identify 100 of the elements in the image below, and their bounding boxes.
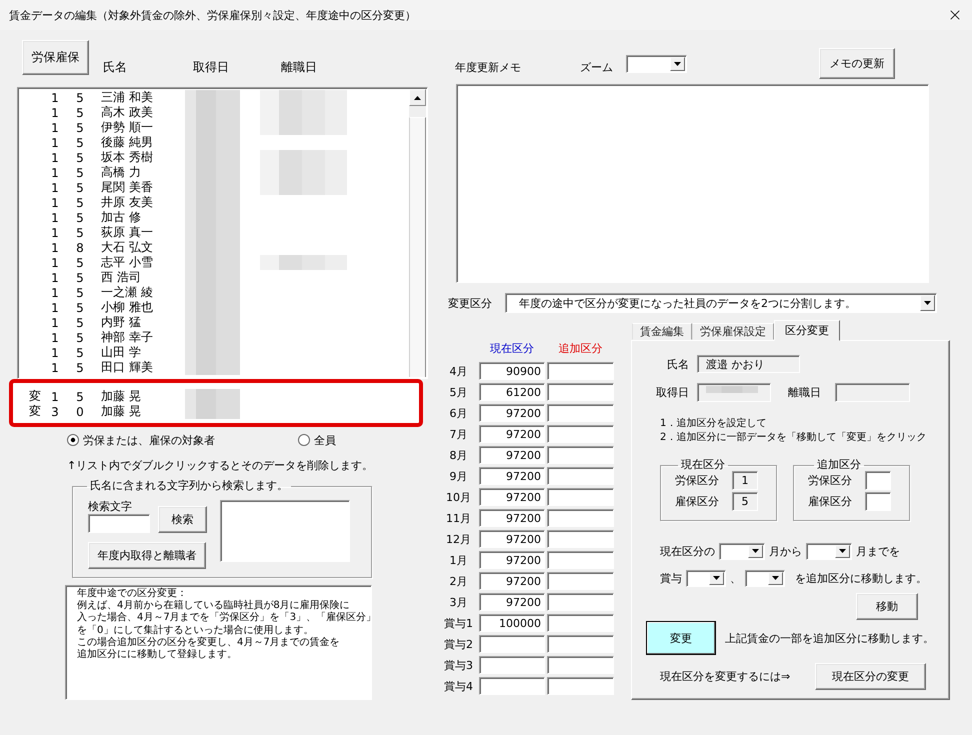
wage-field[interactable]: 90900: [479, 362, 545, 380]
list-number: 5: [76, 330, 84, 344]
employee-name[interactable]: 一之瀬 綾: [101, 284, 153, 301]
bonus-dropdown[interactable]: [686, 570, 726, 586]
employee-name[interactable]: 坂本 秀樹: [101, 149, 153, 166]
wage-field[interactable]: [547, 404, 614, 422]
wage-field[interactable]: 97200: [479, 404, 545, 422]
pixelated-block: [185, 90, 240, 105]
wage-field[interactable]: 100000: [479, 614, 545, 632]
employee-name[interactable]: 加藤 晃: [101, 388, 141, 405]
employee-name[interactable]: 志平 小雪: [101, 254, 153, 271]
wage-field[interactable]: [547, 656, 614, 674]
wage-field[interactable]: [479, 635, 545, 653]
wage-field[interactable]: [547, 509, 614, 527]
wage-field[interactable]: [547, 635, 614, 653]
list-number: 0: [76, 404, 84, 418]
wage-field[interactable]: 97200: [479, 572, 545, 590]
class-field[interactable]: [865, 492, 891, 511]
employee-name[interactable]: 三浦 和美: [101, 89, 153, 106]
wage-field[interactable]: 97200: [479, 467, 545, 485]
zoom-dropdown[interactable]: [626, 54, 687, 72]
wage-field[interactable]: [547, 572, 614, 590]
wage-field[interactable]: [547, 467, 614, 485]
radio-option[interactable]: 労保または、雇保の対象者: [67, 433, 215, 447]
wage-field[interactable]: [547, 614, 614, 632]
change-type-dropdown[interactable]: 年度の途中で区分が変更になった社員のデータを2つに分割します。: [505, 293, 937, 313]
month-dropdown[interactable]: [806, 542, 852, 560]
tab[interactable]: 賃金編集: [632, 323, 692, 340]
list-number: 8: [76, 240, 84, 254]
employee-name[interactable]: 西 浩司: [101, 269, 141, 286]
wage-field[interactable]: [547, 488, 614, 506]
employee-name[interactable]: 加藤 晃: [101, 403, 141, 420]
class-field[interactable]: [865, 471, 891, 490]
wage-field[interactable]: [547, 530, 614, 548]
wage-field[interactable]: [547, 593, 614, 611]
flag-text: 変: [29, 403, 41, 420]
class-button[interactable]: 労保雇保: [22, 40, 89, 75]
result-list[interactable]: [220, 500, 350, 562]
employee-name[interactable]: 荻原 真一: [101, 224, 153, 241]
month-dropdown[interactable]: [719, 542, 765, 560]
employee-name[interactable]: 後藤 純男: [101, 134, 153, 151]
dropdown-arrow-icon: [713, 576, 720, 580]
employee-name[interactable]: 神部 幸子: [101, 329, 153, 346]
bonus-dropdown[interactable]: [745, 570, 785, 586]
employee-list[interactable]: 1 5 三浦 和美 1 5 高木 政美 1 5 伊勢 順一 1 5 後藤 純男 1 5 坂本 秀樹 1 5 高橋 力 1 5 尾関 美香 1 5 井原 友美 1 5 加古 修 1 5 荻原 真一 1 8 大石 弘文 1 5 志平 小雪 1 5 西 浩司 1 5 一之瀬 綾 1 5 小柳 雅也 1 5 内野 猛 1 5 神部 幸子 1 5 山田 学 1 5 田口 輝美: [17, 87, 428, 379]
field-label: 労保区分: [808, 473, 852, 488]
wage-field[interactable]: [547, 446, 614, 464]
current-change-button[interactable]: 現在区分の変更: [815, 663, 926, 690]
tab[interactable]: 労保雇保設定: [692, 323, 774, 340]
wage-field[interactable]: 97200: [479, 446, 545, 464]
employee-name[interactable]: 伊勢 順一: [101, 119, 153, 136]
employee-name[interactable]: 井原 友美: [101, 194, 153, 211]
tab[interactable]: 区分変更: [774, 320, 840, 341]
wage-field[interactable]: [479, 677, 545, 695]
memo-field[interactable]: [456, 84, 929, 283]
scroll-up-button[interactable]: [409, 89, 426, 106]
radio-option[interactable]: 全員: [298, 433, 336, 447]
column-heading: 取得日: [193, 60, 229, 74]
employee-name[interactable]: 小柳 雅也: [101, 299, 153, 316]
list-number: 1: [51, 106, 59, 120]
wage-field[interactable]: [547, 425, 614, 443]
employee-name[interactable]: 高木 政美: [101, 104, 153, 121]
wage-field[interactable]: [547, 677, 614, 695]
employee-name[interactable]: 山田 学: [101, 344, 141, 361]
list-number: 1: [51, 90, 59, 104]
wage-field[interactable]: 97200: [479, 593, 545, 611]
employee-name[interactable]: 田口 輝美: [101, 359, 153, 376]
wage-field[interactable]: 97200: [479, 509, 545, 527]
employee-name[interactable]: 高橋 力: [101, 164, 141, 181]
memo-update-button[interactable]: メモの更新: [819, 48, 895, 79]
list-number: 5: [76, 210, 84, 224]
search-button[interactable]: 検索: [158, 506, 207, 533]
month-label: 賞与3: [444, 658, 473, 672]
move-button[interactable]: 移動: [856, 593, 918, 620]
employee-name[interactable]: 加古 修: [101, 209, 141, 226]
list-number: 1: [51, 330, 59, 344]
change-button[interactable]: 変更: [646, 621, 716, 655]
help-text-line: この場合追加区分の区分を変更し、4月～7月までの賃金を: [77, 636, 340, 648]
search-field[interactable]: [88, 514, 150, 533]
step-text: 2．追加区分に一部データを「移動して「変更」をクリック: [660, 431, 926, 445]
wage-field[interactable]: 97200: [479, 488, 545, 506]
wage-field[interactable]: 61200: [479, 383, 545, 401]
employee-name[interactable]: 大石 弘文: [101, 239, 153, 256]
employee-name[interactable]: 尾関 美香: [101, 179, 153, 196]
period-button[interactable]: 年度内取得と離職者: [88, 542, 206, 569]
range-text: 月までを: [856, 544, 900, 558]
wage-field[interactable]: 97200: [479, 425, 545, 443]
wage-field[interactable]: [547, 362, 614, 380]
month-label: 賞与2: [444, 636, 473, 652]
list-number: 5: [76, 270, 84, 284]
list-number: 1: [51, 346, 59, 360]
wage-column-heading: 現在区分: [490, 341, 534, 356]
list-number: 5: [76, 300, 84, 314]
wage-field[interactable]: [479, 656, 545, 674]
wage-field[interactable]: [547, 383, 614, 401]
wage-field[interactable]: [547, 551, 614, 569]
change-type-label: 変更区分: [448, 296, 492, 310]
wage-field[interactable]: 97200: [479, 551, 545, 569]
employee-name[interactable]: 内野 猛: [101, 314, 141, 331]
wage-field[interactable]: 97200: [479, 530, 545, 548]
